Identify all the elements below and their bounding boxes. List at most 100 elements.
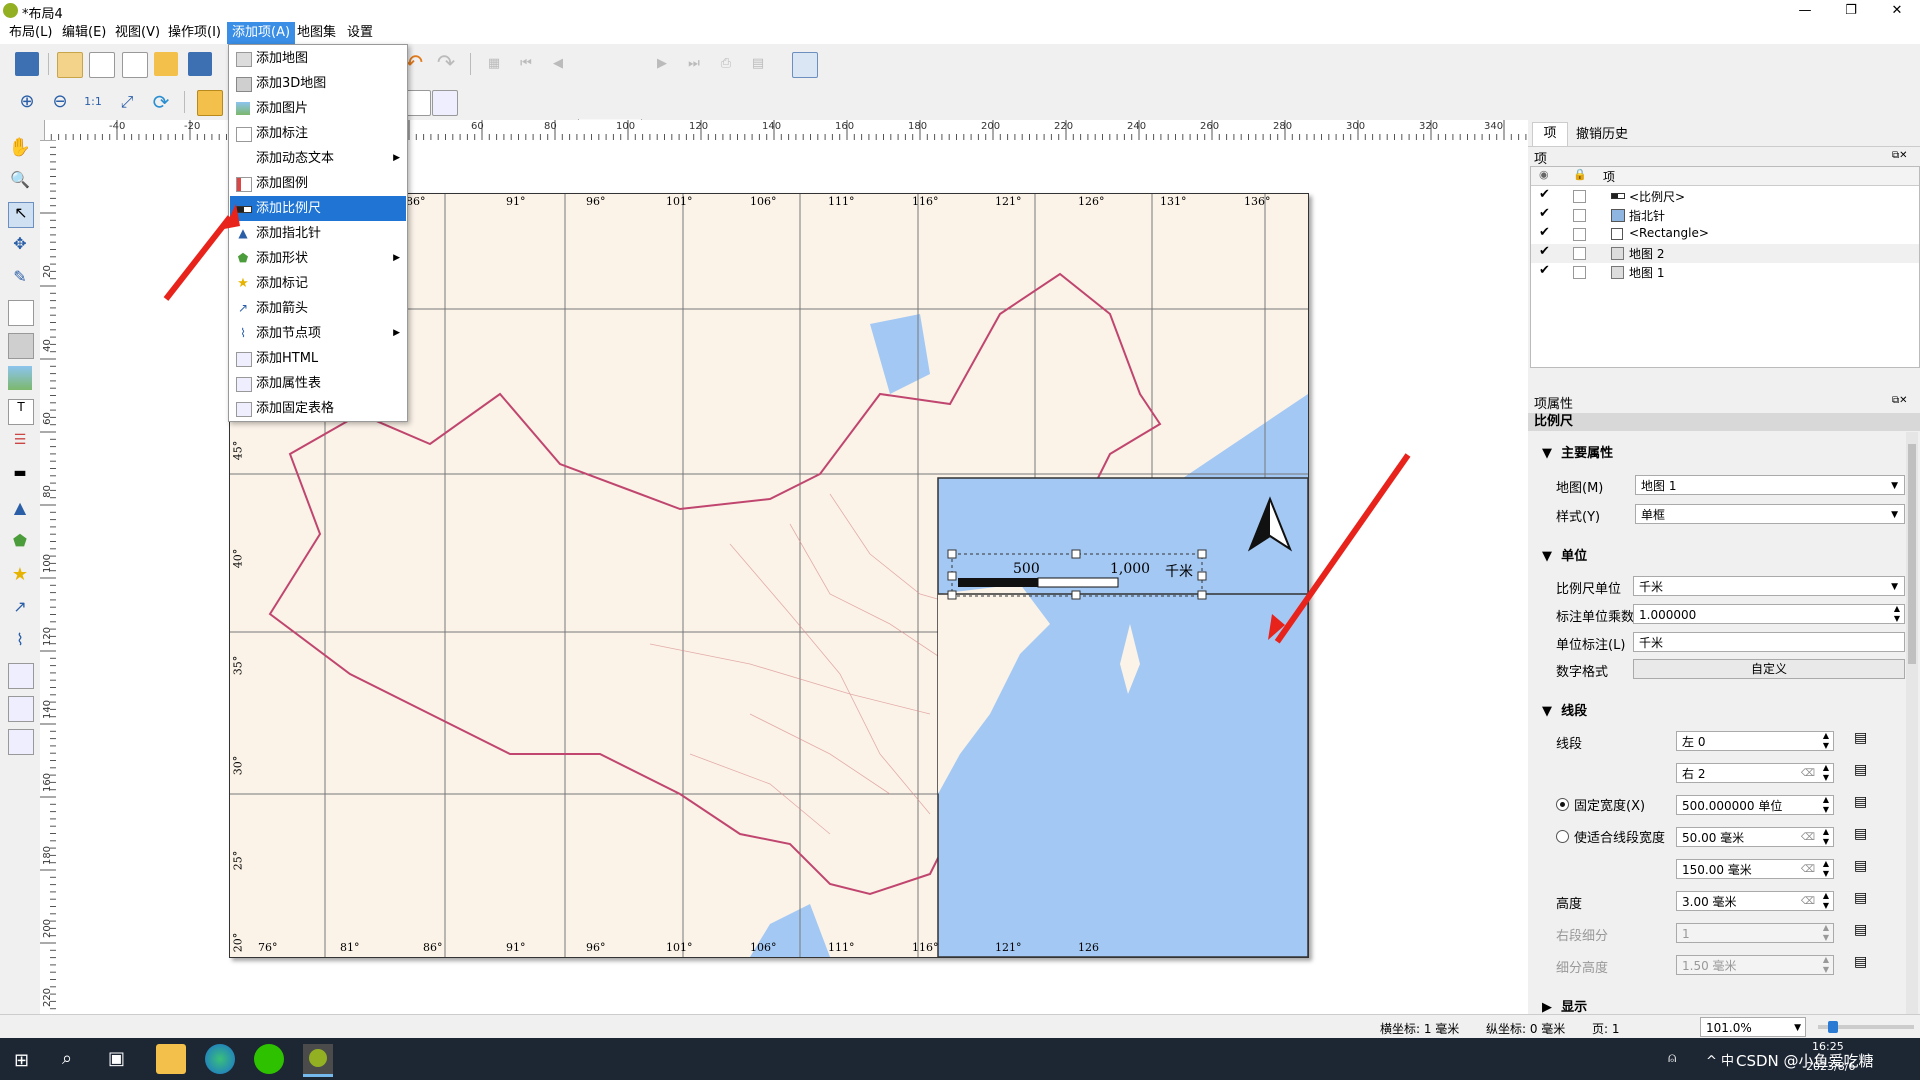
spin-arrows-icon[interactable]: ▲ ▼ [1823,763,1829,783]
duplicate-layout-icon[interactable] [89,52,115,78]
segments-left-spinbox[interactable]: 左 0 ▲ ▼ [1676,731,1834,751]
fixed-width-radio[interactable] [1556,798,1569,811]
menu-items[interactable]: 操作项(I) [163,22,226,44]
lock-items-icon[interactable] [197,90,223,116]
menu-item-add-dynamic-text[interactable]: 添加动态文本 ▶ [230,146,406,171]
right-subdiv-spinbox[interactable]: 1 ▲ ▼ [1676,923,1834,943]
spin-arrows-icon[interactable]: ▲ ▼ [1823,955,1829,975]
lock-checkbox[interactable] [1573,228,1586,241]
export-atlas-icon[interactable]: ▤ [746,52,770,76]
first-feature-icon[interactable]: ⏮ [514,52,538,76]
panel-float-icon[interactable]: ⧉✕ [1892,150,1908,161]
menu-atlas[interactable]: 地图集 [292,22,341,44]
map-select[interactable]: 地图 1 ▼ [1635,475,1905,495]
close-button[interactable]: ✕ [1874,0,1920,22]
add-north-arrow-tool-icon[interactable]: ▲ [8,498,32,522]
previous-feature-icon[interactable]: ◀ [546,52,570,76]
save-template-icon[interactable] [188,52,212,76]
add-3d-map-tool-icon[interactable] [8,333,34,359]
task-view-icon[interactable]: ▣ [108,1048,125,1069]
pan-icon[interactable]: ✋ [8,137,32,161]
tab-undo-history[interactable]: 撤销历史 [1568,124,1636,145]
menu-add-item[interactable]: 添加项(A) [227,22,296,44]
style-select[interactable]: 单框 ▼ [1635,504,1905,524]
lock-checkbox[interactable] [1573,190,1586,203]
visible-checkbox[interactable]: ✔ [1539,187,1550,202]
data-defined-override-icon[interactable]: ▤ [1854,922,1867,938]
section-main-properties[interactable]: ▼ 主要属性 [1542,442,1613,461]
menu-item-add-html[interactable]: 添加HTML [230,346,406,371]
label-multiplier-spinbox[interactable]: 1.000000 ▲ ▼ [1633,604,1905,624]
spin-arrows-icon[interactable]: ▲ ▼ [1894,604,1900,624]
add-picture-tool-icon[interactable] [8,366,32,390]
atlas-preview-icon[interactable]: ▦ [482,52,506,76]
add-attribute-table-tool-icon[interactable] [8,696,34,722]
add-html-tool-icon[interactable] [8,663,34,689]
subdiv-height-spinbox[interactable]: 1.50 毫米 ▲ ▼ [1676,955,1834,975]
qgis-taskbar-icon[interactable] [303,1044,333,1077]
item-row[interactable]: ✔ 地图 1 [1531,263,1919,282]
new-layout-icon[interactable] [57,52,83,78]
data-defined-override-icon[interactable]: ▤ [1854,826,1867,842]
menu-view[interactable]: 视图(V) [110,22,165,44]
zoom-out-icon[interactable]: ⊖ [48,90,72,114]
menu-item-add-north-arrow[interactable]: ▲ 添加指北针 [230,221,406,246]
add-shape-tool-icon[interactable]: ⬟ [8,531,32,555]
system-tray[interactable]: ^ 中 [1706,1050,1734,1069]
panel-float-icon[interactable]: ⧉✕ [1892,395,1908,406]
clear-icon[interactable]: ⌫ [1801,892,1815,912]
scale-unit-select[interactable]: 千米 ▼ [1633,576,1905,596]
menu-item-add-picture[interactable]: 添加图片 [230,96,406,121]
zoom-in-icon[interactable]: ⊕ [15,90,39,114]
spin-arrows-icon[interactable]: ▲ ▼ [1823,923,1829,943]
data-defined-override-icon[interactable]: ▤ [1854,890,1867,906]
clear-icon[interactable]: ⌫ [1801,764,1815,784]
menu-settings[interactable]: 设置 [342,22,378,44]
spin-arrows-icon[interactable]: ▲ ▼ [1823,827,1829,847]
minimize-button[interactable]: — [1782,0,1828,22]
data-defined-override-icon[interactable]: ▤ [1854,794,1867,810]
fit-max-spinbox[interactable]: 150.00 毫米 ⌫ ▲ ▼ [1676,859,1834,879]
last-feature-icon[interactable]: ⏭ [682,52,706,76]
data-defined-override-icon[interactable]: ▤ [1854,730,1867,746]
edge-browser-icon[interactable] [205,1044,235,1074]
add-marker-tool-icon[interactable]: ★ [8,564,32,588]
add-scalebar-tool-icon[interactable]: ▬ [8,465,32,489]
menu-item-add-label[interactable]: 添加标注 [230,121,406,146]
windows-start-icon[interactable]: ⊞ [14,1050,29,1071]
section-display[interactable]: ▶ 显示 [1542,996,1587,1015]
distribute-icon[interactable] [432,90,458,116]
layout-manager-icon[interactable] [122,52,148,78]
data-defined-override-icon[interactable]: ▤ [1854,762,1867,778]
item-row[interactable]: ✔ <Rectangle> [1531,225,1919,244]
properties-scrollbar[interactable] [1906,432,1918,1014]
search-icon[interactable]: ⌕ [62,1048,72,1069]
visible-checkbox[interactable]: ✔ [1539,244,1550,259]
visible-checkbox[interactable]: ✔ [1539,206,1550,221]
data-defined-override-icon[interactable]: ▤ [1854,954,1867,970]
person-icon[interactable]: ⍝ [1668,1050,1676,1066]
lock-checkbox[interactable] [1573,209,1586,222]
redo-icon[interactable]: ↷ [434,52,458,76]
fixed-width-spinbox[interactable]: 500.000000 单位 ▲ ▼ [1676,795,1834,815]
select-move-icon[interactable]: ↖ [8,202,34,228]
item-row[interactable]: ✔ 地图 2 [1531,244,1919,263]
visible-checkbox[interactable]: ✔ [1539,263,1550,278]
fit-width-radio[interactable] [1556,830,1569,843]
item-row[interactable]: ✔ 指北针 [1531,206,1919,225]
number-format-button[interactable]: 自定义 [1633,659,1905,679]
spin-arrows-icon[interactable]: ▲ ▼ [1823,859,1829,879]
data-defined-override-icon[interactable]: ▤ [1854,858,1867,874]
wechat-icon[interactable] [254,1044,284,1074]
lock-checkbox[interactable] [1573,266,1586,279]
spin-arrows-icon[interactable]: ▲ ▼ [1823,891,1829,911]
item-row[interactable]: ✔ <比例尺> [1531,187,1919,206]
atlas-settings-icon[interactable] [792,52,818,78]
spin-arrows-icon[interactable]: ▲ ▼ [1823,795,1829,815]
menu-item-add-map[interactable]: 添加地图 [230,46,406,71]
zoom-actual-icon[interactable]: 1:1 [81,90,105,114]
move-content-icon[interactable]: ✥ [8,234,32,258]
file-explorer-icon[interactable] [156,1044,186,1074]
add-label-tool-icon[interactable]: T [8,399,34,425]
unit-label-input[interactable]: 千米 [1633,632,1905,652]
